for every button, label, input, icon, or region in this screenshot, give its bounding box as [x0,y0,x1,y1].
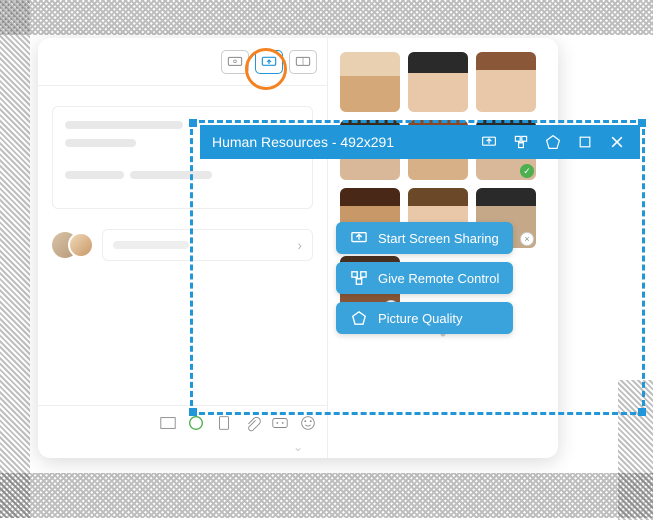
check-icon: ✓ [520,164,534,178]
record-icon[interactable] [187,414,205,432]
participant-tile[interactable] [408,52,468,112]
maximize-icon[interactable] [574,131,596,153]
attachment-icon[interactable] [243,414,261,432]
presentation-button[interactable] [221,50,249,74]
share-titlebar: Human Resources - 492x291 [200,125,640,159]
share-title: Human Resources - 492x291 [212,134,468,150]
screen-share-button[interactable] [255,50,283,74]
mute-icon: × [520,232,534,246]
layout-button[interactable] [289,50,317,74]
action-label: Give Remote Control [378,271,499,286]
avatar [68,232,94,258]
action-label: Picture Quality [378,311,463,326]
emoji-icon[interactable] [299,414,317,432]
quality-icon[interactable] [542,131,564,153]
message-row: › [52,229,313,261]
screen-share-icon[interactable] [478,131,500,153]
participant-tile[interactable] [476,52,536,112]
picture-quality-button[interactable]: Picture Quality [336,302,513,334]
format-icon[interactable] [159,414,177,432]
chat-toolbar [38,38,327,86]
expand-down-icon[interactable]: ⌄ [293,440,303,454]
start-screen-sharing-button[interactable]: Start Screen Sharing [336,222,513,254]
clipboard-icon[interactable] [215,414,233,432]
message-bubble[interactable]: › [102,229,313,261]
remote-control-icon[interactable] [510,131,532,153]
participant-tile[interactable] [340,52,400,112]
action-label: Start Screen Sharing [378,231,499,246]
chat-panel: › ⌄ [38,38,328,458]
give-remote-control-button[interactable]: Give Remote Control [336,262,513,294]
gif-icon[interactable] [271,414,289,432]
message-composer [38,405,327,458]
share-action-menu: Start Screen Sharing Give Remote Control… [336,222,513,334]
close-icon[interactable] [606,131,628,153]
chevron-right-icon: › [297,237,302,253]
